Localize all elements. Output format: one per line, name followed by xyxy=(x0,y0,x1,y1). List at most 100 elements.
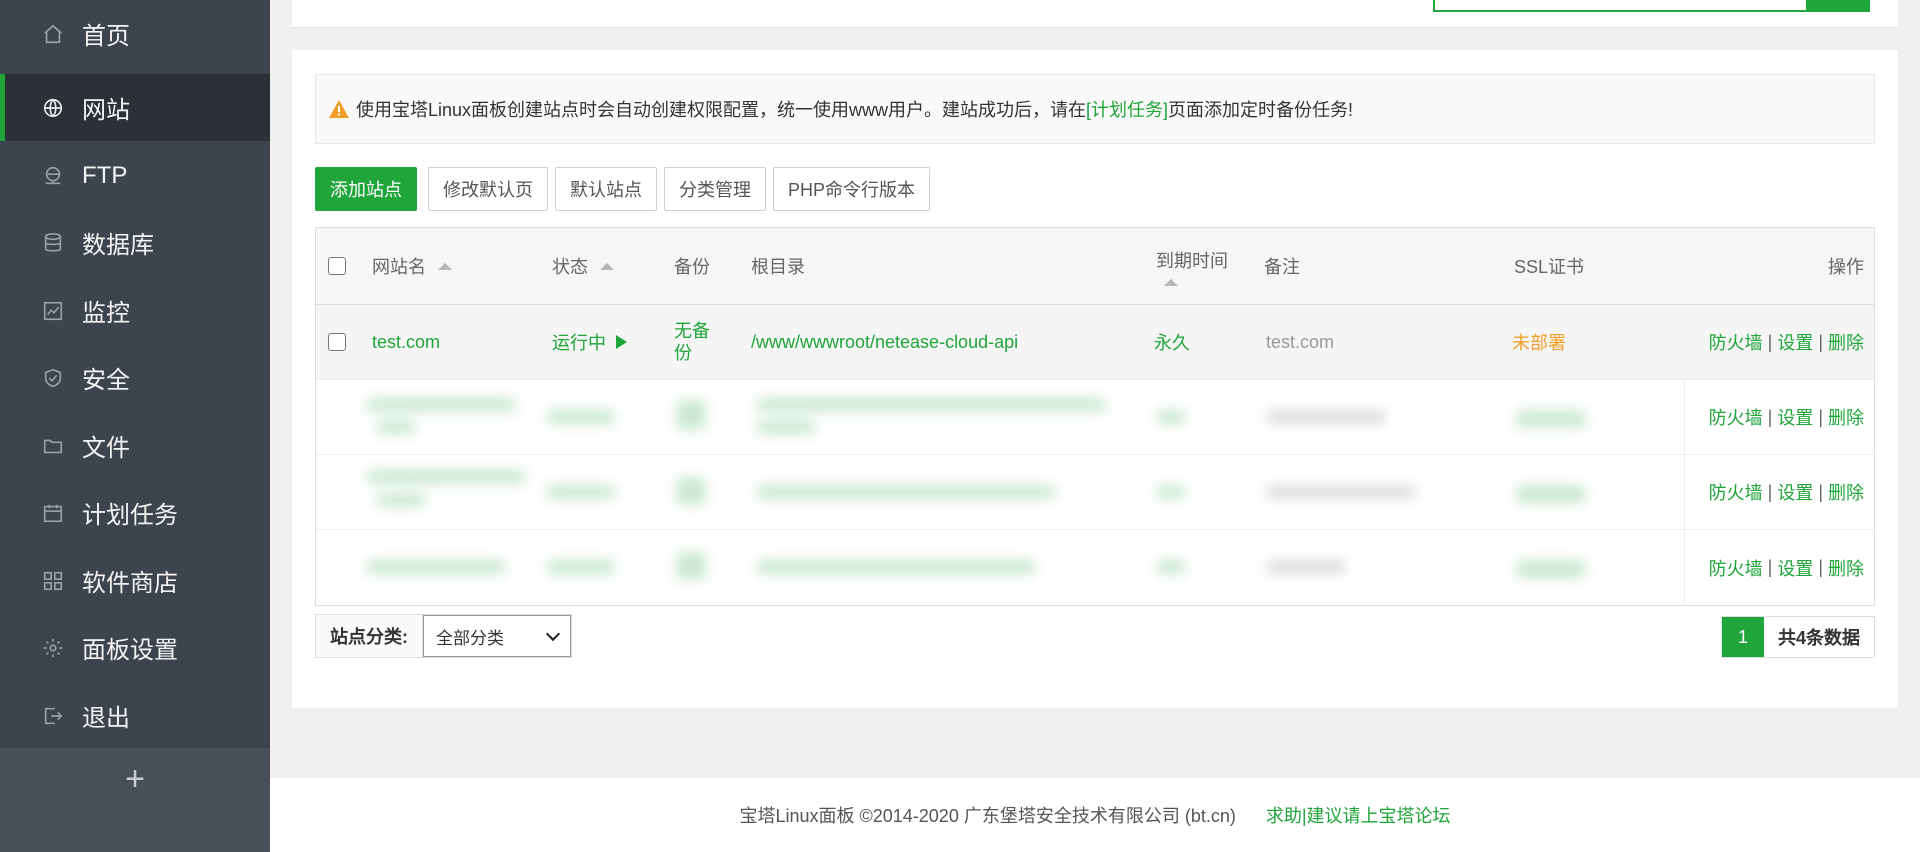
default-site-button[interactable]: 默认站点 xyxy=(555,167,657,211)
site-backup-link[interactable]: 无备份 xyxy=(674,305,720,379)
firewall-link[interactable]: 防火墙 xyxy=(1709,329,1763,355)
sidebar-item-panel-settings[interactable]: 面板设置 xyxy=(0,614,270,681)
redacted-content xyxy=(676,552,706,580)
select-all-checkbox[interactable] xyxy=(328,257,346,275)
site-name-link[interactable]: test.com xyxy=(372,305,440,379)
pagination: 1 共4条数据 xyxy=(1720,616,1875,658)
redacted-content xyxy=(546,410,616,424)
gear-icon xyxy=(42,637,64,659)
delete-link[interactable]: 删除 xyxy=(1828,555,1864,581)
sidebar-item-database[interactable]: 数据库 xyxy=(0,209,270,276)
site-note[interactable]: test.com xyxy=(1266,305,1334,379)
header-backup: 备份 xyxy=(674,257,710,277)
firewall-link[interactable]: 防火墙 xyxy=(1709,404,1763,430)
site-status[interactable]: 运行中 xyxy=(552,305,627,379)
redacted-content xyxy=(1516,410,1586,428)
redacted-content xyxy=(366,398,516,412)
sort-asc-icon xyxy=(438,262,452,270)
redacted-content xyxy=(376,420,416,434)
edit-default-page-button[interactable]: 修改默认页 xyxy=(428,167,548,211)
redacted-content xyxy=(376,493,426,507)
sidebar-item-logout[interactable]: 退出 xyxy=(0,682,270,749)
site-expire[interactable]: 永久 xyxy=(1154,305,1190,379)
notice-bar: 使用宝塔Linux面板创建站点时会自动创建权限配置，统一使用www用户。建站成功… xyxy=(315,74,1875,144)
redacted-content xyxy=(1156,485,1186,499)
globe-icon xyxy=(42,97,64,119)
php-cli-version-button[interactable]: PHP命令行版本 xyxy=(773,167,931,211)
add-site-button[interactable]: 添加站点 xyxy=(315,167,417,211)
sidebar-item-ftp[interactable]: FTP xyxy=(0,142,270,209)
home-icon xyxy=(42,23,64,45)
header-ssl: SSL证书 xyxy=(1514,257,1585,277)
sidebar-item-files[interactable]: 文件 xyxy=(0,412,270,479)
header-status[interactable]: 状态 xyxy=(552,228,614,304)
sidebar-item-label: FTP xyxy=(82,161,128,189)
table-header: 网站名 状态 备份 根目录 到期时间 备注 SSL证书 操作 xyxy=(316,228,1874,305)
sidebar-item-monitor[interactable]: 监控 xyxy=(0,277,270,344)
settings-link[interactable]: 设置 xyxy=(1777,479,1813,505)
row-actions: 防火墙 | 设置 | 删除 xyxy=(1709,530,1864,605)
sidebar-item-cron[interactable]: 计划任务 xyxy=(0,479,270,546)
sidebar-item-label: 监控 xyxy=(82,300,130,327)
redacted-content xyxy=(1516,485,1586,503)
page-button-current[interactable]: 1 xyxy=(1721,617,1764,657)
row-actions: 防火墙 | 设置 | 删除 xyxy=(1709,305,1864,379)
sort-asc-icon xyxy=(600,262,614,270)
delete-link[interactable]: 删除 xyxy=(1828,329,1864,355)
redacted-content xyxy=(1516,560,1586,578)
sidebar-item-label: 软件商店 xyxy=(82,570,178,597)
category-manage-button[interactable]: 分类管理 xyxy=(664,167,766,211)
cron-link[interactable]: [计划任务] xyxy=(1086,96,1168,122)
redacted-content xyxy=(1266,485,1416,499)
site-root-link[interactable]: /www/wwwroot/netease-cloud-api xyxy=(751,305,1018,379)
header-note: 备注 xyxy=(1264,257,1300,277)
search-button[interactable] xyxy=(1808,0,1870,12)
notice-text-after: 页面添加定时备份任务! xyxy=(1168,100,1354,120)
redacted-content xyxy=(366,470,526,484)
ftp-icon xyxy=(42,165,64,187)
sidebar-item-software-store[interactable]: 软件商店 xyxy=(0,547,270,614)
apps-icon xyxy=(42,570,64,592)
sidebar-item-security[interactable]: 安全 xyxy=(0,344,270,411)
redacted-content xyxy=(1156,410,1186,424)
settings-link[interactable]: 设置 xyxy=(1777,555,1813,581)
sidebar-item-label: 退出 xyxy=(82,705,130,732)
sidebar-item-website[interactable]: 网站 xyxy=(0,74,270,141)
sidebar-item-label: 文件 xyxy=(82,435,130,462)
shield-icon xyxy=(42,367,64,389)
forum-link[interactable]: 求助|建议请上宝塔论坛 xyxy=(1266,802,1451,828)
sidebar-item-label: 数据库 xyxy=(82,232,154,259)
header-expire[interactable]: 到期时间 xyxy=(1156,228,1228,304)
table-row: 防火墙 | 设置 | 删除 xyxy=(316,380,1874,455)
redacted-content xyxy=(756,398,1106,412)
delete-link[interactable]: 删除 xyxy=(1828,404,1864,430)
redacted-content xyxy=(756,560,1036,574)
firewall-link[interactable]: 防火墙 xyxy=(1709,479,1763,505)
redacted-content xyxy=(1266,560,1346,574)
redacted-content xyxy=(756,485,1056,499)
warning-icon xyxy=(329,100,349,118)
settings-link[interactable]: 设置 xyxy=(1777,329,1813,355)
firewall-link[interactable]: 防火墙 xyxy=(1709,555,1763,581)
toolbar: 添加站点 修改默认页 默认站点 分类管理 PHP命令行版本 xyxy=(315,167,937,211)
delete-link[interactable]: 删除 xyxy=(1828,479,1864,505)
calendar-icon xyxy=(42,502,64,524)
row-checkbox[interactable] xyxy=(328,333,346,351)
page-footer: 宝塔Linux面板 ©2014-2020 广东堡塔安全技术有限公司 (bt.cn… xyxy=(270,778,1920,852)
folder-icon xyxy=(42,435,64,457)
settings-link[interactable]: 设置 xyxy=(1777,404,1813,430)
search-input[interactable] xyxy=(1433,0,1808,12)
table-row: 防火墙 | 设置 | 删除 xyxy=(316,530,1874,605)
redacted-content xyxy=(676,400,706,430)
header-name[interactable]: 网站名 xyxy=(372,228,452,304)
site-ssl[interactable]: 未部署 xyxy=(1512,305,1566,379)
total-count: 共4条数据 xyxy=(1777,628,1860,648)
sidebar-item-label: 面板设置 xyxy=(82,637,178,664)
monitor-icon xyxy=(42,300,64,322)
header-ops: 操作 xyxy=(1828,257,1864,277)
topbar xyxy=(292,0,1898,28)
category-select[interactable]: 全部分类 xyxy=(423,615,571,657)
sort-asc-icon xyxy=(1164,278,1178,286)
add-menu-button[interactable]: + xyxy=(0,755,270,803)
sidebar-item-home[interactable]: 首页 xyxy=(0,0,270,67)
